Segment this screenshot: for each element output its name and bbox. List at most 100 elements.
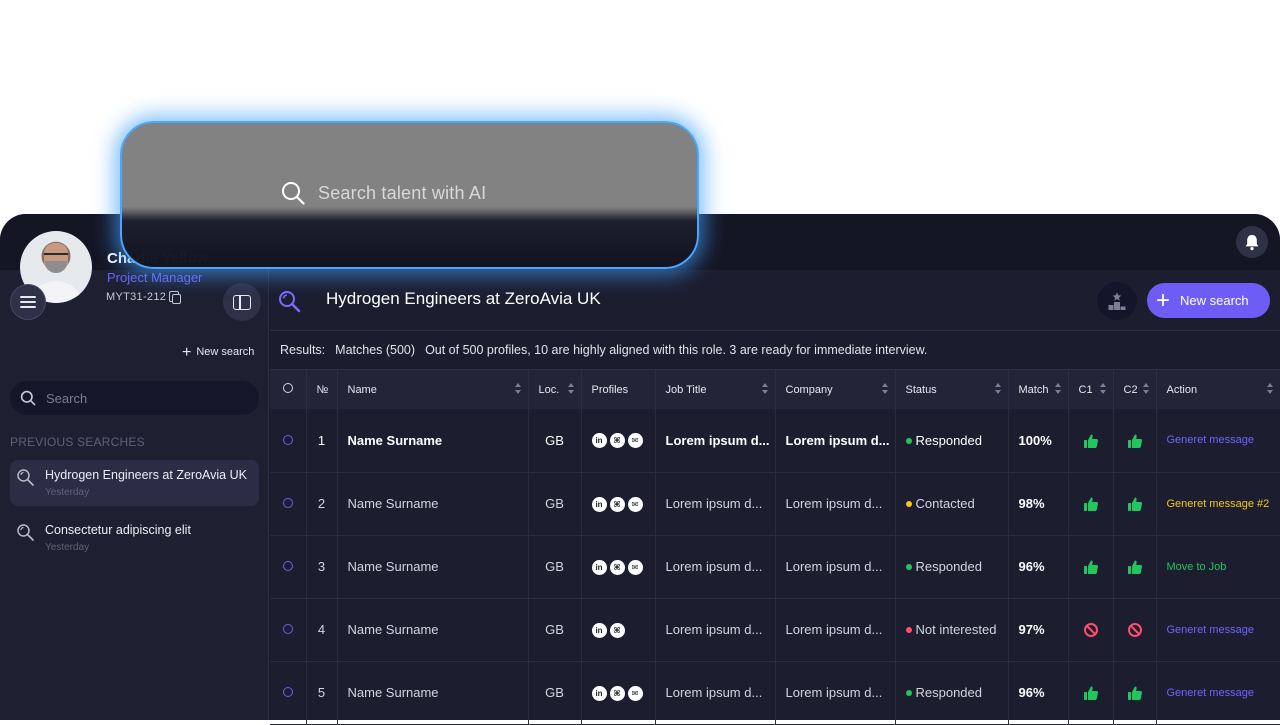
sort-icon[interactable] — [1099, 383, 1106, 395]
toggle-sidebar-button[interactable] — [223, 283, 261, 321]
thumb-up-icon[interactable] — [1083, 559, 1099, 575]
sort-icon[interactable] — [1054, 383, 1061, 395]
row-action-link[interactable]: Generet message — [1156, 409, 1280, 473]
copy-icon[interactable] — [169, 291, 181, 304]
column-header-c2[interactable]: C2 — [1113, 370, 1157, 409]
column-name-label: Name — [347, 383, 377, 396]
email-icon[interactable]: ✉ — [627, 496, 643, 512]
not-approved-icon[interactable] — [1083, 623, 1098, 638]
c1-cell[interactable] — [1068, 661, 1114, 725]
new-search-button[interactable]: + New search — [1147, 283, 1270, 318]
sort-icon[interactable] — [881, 383, 888, 395]
sort-icon[interactable] — [994, 383, 1001, 395]
thumb-up-icon[interactable] — [1127, 685, 1143, 701]
linkedin-icon[interactable]: in — [591, 559, 607, 575]
sidebar-item-previous-search[interactable]: Consectetur adipiscing elit Yesterday — [10, 515, 259, 561]
email-icon[interactable]: ✉ — [627, 433, 643, 449]
row-action-link[interactable]: Move to Job — [1156, 535, 1280, 599]
sort-icon[interactable] — [514, 383, 521, 395]
linkedin-icon[interactable]: in — [591, 685, 607, 701]
candidate-name[interactable]: Name Surname — [337, 535, 529, 599]
column-header-company[interactable]: Company — [775, 370, 896, 409]
column-header-name[interactable]: Name — [337, 370, 529, 409]
thumb-up-icon[interactable] — [1127, 496, 1143, 512]
column-header-c1[interactable]: C1 — [1068, 370, 1114, 409]
ai-search-bar[interactable] — [120, 121, 699, 269]
row-select-radio[interactable] — [282, 434, 293, 445]
column-header-match[interactable]: Match — [1008, 370, 1069, 409]
notifications-button[interactable] — [1236, 226, 1268, 258]
github-icon[interactable]: ⌘ — [609, 559, 625, 575]
github-icon[interactable]: ⌘ — [609, 685, 625, 701]
column-header-action[interactable]: Action — [1156, 370, 1280, 409]
sort-icon[interactable] — [567, 383, 574, 395]
c1-cell[interactable] — [1068, 598, 1114, 662]
linkedin-icon[interactable]: in — [591, 433, 607, 449]
candidate-name[interactable]: Name Surname — [337, 409, 529, 473]
candidate-name[interactable]: Name Surname — [337, 598, 529, 662]
row-action-link[interactable]: Generet message #2 — [1156, 472, 1280, 536]
sort-icon[interactable] — [761, 383, 768, 395]
github-icon[interactable]: ⌘ — [609, 433, 625, 449]
sidebar-new-search-button[interactable]: + New search — [182, 344, 254, 360]
c2-cell[interactable] — [1113, 409, 1157, 473]
menu-button[interactable] — [10, 284, 46, 320]
table-row[interactable]: 3 Name Surname GB in ⌘ ✉ Lorem ipsum d... … — [270, 535, 1280, 599]
sidebar-item-previous-search[interactable]: Hydrogen Engineers at ZeroAvia UK Yester… — [10, 460, 259, 506]
column-status-label: Status — [905, 383, 937, 396]
sort-icon[interactable] — [1266, 383, 1273, 395]
row-number: 2 — [306, 472, 338, 536]
email-icon[interactable]: ✉ — [627, 685, 643, 701]
c2-cell[interactable] — [1113, 535, 1157, 599]
column-header-job-title[interactable]: Job Title — [655, 370, 776, 409]
column-header-select[interactable] — [270, 370, 307, 409]
sidebar-search-input[interactable] — [46, 390, 236, 406]
candidate-name[interactable]: Name Surname — [337, 472, 529, 536]
row-select-cell[interactable] — [270, 472, 307, 536]
sidebar-search[interactable] — [10, 381, 259, 415]
column-header-status[interactable]: Status — [895, 370, 1009, 409]
candidate-match: 96% — [1008, 661, 1069, 725]
row-select-cell[interactable] — [270, 409, 307, 473]
github-icon[interactable]: ⌘ — [609, 622, 625, 638]
sort-icon[interactable] — [1142, 383, 1149, 395]
column-header-location[interactable]: Loc. — [528, 370, 582, 409]
row-select-radio[interactable] — [282, 624, 293, 634]
candidate-location: GB — [528, 472, 582, 536]
candidate-company: Lorem ipsum d... — [775, 409, 896, 473]
thumb-up-icon[interactable] — [1083, 496, 1099, 512]
c1-cell[interactable] — [1068, 535, 1114, 599]
candidate-name[interactable]: Name Surname — [337, 661, 529, 725]
row-select-cell[interactable] — [270, 598, 307, 662]
thumb-up-icon[interactable] — [1127, 433, 1143, 449]
row-select-radio[interactable] — [282, 687, 293, 697]
row-select-radio[interactable] — [282, 498, 293, 508]
row-select-radio[interactable] — [282, 561, 293, 571]
c2-cell[interactable] — [1113, 472, 1157, 536]
thumb-up-icon[interactable] — [1083, 685, 1099, 701]
c1-cell[interactable] — [1068, 409, 1114, 473]
thumb-up-icon[interactable] — [1083, 433, 1099, 449]
ai-search-input[interactable] — [318, 182, 538, 204]
github-icon[interactable]: ⌘ — [609, 496, 625, 512]
row-action-link[interactable]: Generet message — [1156, 598, 1280, 662]
shortlist-button[interactable] — [1097, 282, 1137, 320]
candidate-job-title: Lorem ipsum d... — [655, 472, 776, 536]
row-select-cell[interactable] — [270, 661, 307, 725]
email-icon[interactable]: ✉ — [627, 559, 643, 575]
c2-cell[interactable] — [1113, 661, 1157, 725]
table-row[interactable]: 1 Name Surname GB in ⌘ ✉ Lorem ipsum d... … — [270, 409, 1280, 473]
thumb-up-icon[interactable] — [1127, 559, 1143, 575]
c1-cell[interactable] — [1068, 472, 1114, 536]
candidate-company: Lorem ipsum d... — [775, 598, 896, 662]
linkedin-icon[interactable]: in — [591, 496, 607, 512]
table-row[interactable]: 4 Name Surname GB in ⌘ Lorem ipsum d... L… — [270, 598, 1280, 662]
row-action-link[interactable]: Generet message — [1156, 661, 1280, 725]
not-approved-icon[interactable] — [1127, 623, 1142, 638]
c2-cell[interactable] — [1113, 598, 1157, 662]
table-row[interactable]: 5 Name Surname GB in ⌘ ✉ Lorem ipsum d... … — [270, 661, 1280, 725]
table-row[interactable]: 2 Name Surname GB in ⌘ ✉ Lorem ipsum d... … — [270, 472, 1280, 536]
linkedin-icon[interactable]: in — [591, 622, 607, 638]
select-all-radio[interactable] — [282, 383, 293, 393]
row-select-cell[interactable] — [270, 535, 307, 599]
